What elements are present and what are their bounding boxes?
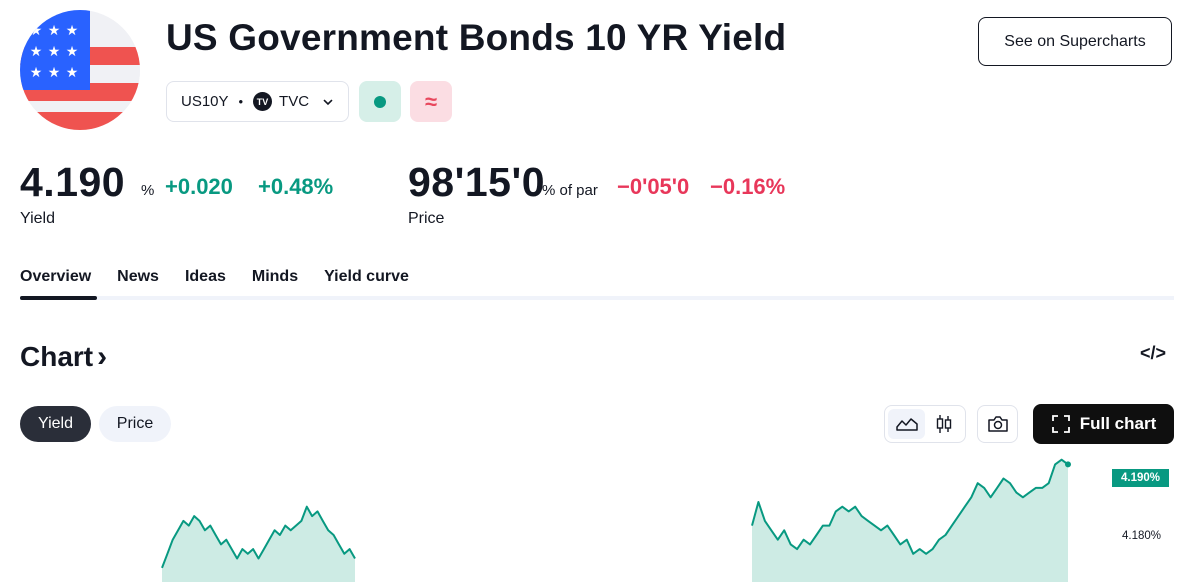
tab-ideas[interactable]: Ideas: [185, 268, 226, 298]
separator-dot: •: [238, 94, 244, 109]
yield-label: Yield: [20, 210, 55, 227]
tab-overview[interactable]: Overview: [20, 268, 91, 298]
exchange-label: TVC: [279, 93, 310, 110]
see-on-supercharts-button[interactable]: See on Supercharts: [978, 17, 1172, 66]
candles-chart-button[interactable]: [925, 409, 962, 439]
yield-area-chart: [161, 458, 1071, 582]
chart-heading-link[interactable]: Chart ›: [20, 340, 107, 374]
tab-bar: Overview News Ideas Minds Yield curve: [20, 268, 409, 298]
price-value: 98'15'0: [408, 159, 546, 205]
yield-change-percent: +0.48%: [258, 174, 334, 199]
page-title: US Government Bonds 10 YR Yield: [166, 17, 787, 58]
tab-news[interactable]: News: [117, 268, 159, 298]
area-chart-icon: [895, 418, 918, 431]
volatility-badge[interactable]: ≈: [410, 81, 452, 122]
full-chart-label: Full chart: [1079, 414, 1157, 433]
snapshot-button[interactable]: [977, 405, 1018, 443]
svg-text:★: ★: [48, 23, 61, 39]
toggle-yield[interactable]: Yield: [20, 406, 91, 442]
svg-text:★: ★: [66, 65, 79, 81]
chevron-right-icon: ›: [97, 340, 108, 373]
yield-unit: %: [141, 182, 155, 199]
symbol-label: US10Y: [181, 93, 229, 110]
area-chart-button[interactable]: [888, 409, 925, 439]
camera-icon: [987, 416, 1008, 432]
svg-text:★: ★: [48, 44, 61, 60]
embed-code-icon[interactable]: </>: [1140, 343, 1166, 364]
tradingview-logo-icon: TV: [253, 92, 273, 111]
candlestick-icon: [936, 415, 951, 433]
svg-text:★: ★: [30, 23, 43, 39]
chart-style-toggle: [884, 405, 966, 443]
tab-minds[interactable]: Minds: [252, 268, 298, 298]
chart-area-fill: [752, 459, 1068, 582]
price-change: −0'05'0: [617, 174, 690, 199]
tab-yield-curve[interactable]: Yield curve: [324, 268, 409, 298]
market-open-badge[interactable]: [359, 81, 401, 122]
fullscreen-icon: [1051, 415, 1070, 433]
yield-value: 4.190: [20, 159, 126, 205]
price-change-percent: −0.16%: [710, 174, 786, 199]
svg-text:★: ★: [30, 65, 43, 81]
us-flag-icon: ★ ★ ★ ★ ★ ★ ★ ★ ★: [20, 10, 140, 130]
svg-text:★: ★: [30, 44, 43, 60]
svg-text:★: ★: [48, 65, 61, 81]
last-price-label: 4.190%: [1112, 469, 1169, 487]
approx-icon: ≈: [424, 88, 438, 114]
chevron-down-icon: [323, 98, 333, 105]
chart-heading: Chart: [20, 341, 94, 372]
price-label: Price: [408, 210, 445, 227]
full-chart-button[interactable]: Full chart: [1033, 404, 1174, 444]
svg-text:★: ★: [66, 23, 79, 39]
last-value-point: [1065, 461, 1071, 468]
toggle-price[interactable]: Price: [99, 406, 171, 442]
symbol-selector[interactable]: US10Y • TV TVC: [166, 81, 349, 122]
market-open-dot-icon: [374, 95, 386, 108]
price-unit: % of par: [542, 182, 598, 199]
y-axis-tick-label: 4.180%: [1122, 530, 1162, 542]
chart-area-fill: [162, 506, 355, 582]
svg-text:★: ★: [66, 44, 79, 60]
yield-change: +0.020: [165, 174, 233, 199]
